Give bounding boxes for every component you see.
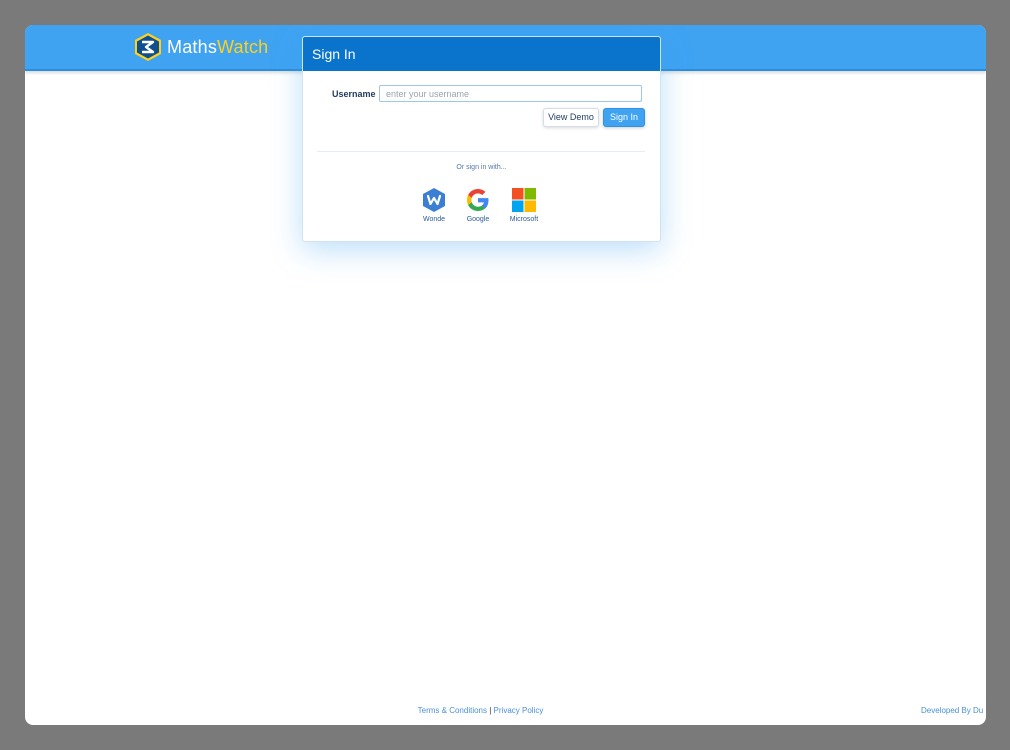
- brand-logo[interactable]: MathsWatch: [133, 32, 268, 62]
- wonde-sign-in-button[interactable]: Wonde: [412, 187, 456, 223]
- sign-in-panel: Sign In Username View Demo Sign In Or si…: [302, 36, 661, 242]
- app-window: MathsWatch Sign In Username View Demo Si…: [25, 25, 986, 725]
- divider: [317, 151, 645, 152]
- username-label: Username: [332, 89, 376, 99]
- wonde-label: Wonde: [422, 216, 446, 223]
- mathswatch-logo-icon: [135, 33, 161, 61]
- footer-links: Terms & Conditions | Privacy Policy: [25, 706, 936, 715]
- brand-name: MathsWatch: [167, 37, 268, 58]
- wonde-icon: [423, 188, 445, 212]
- google-label: Google: [466, 216, 490, 223]
- terms-link[interactable]: Terms & Conditions: [418, 706, 487, 715]
- google-sign-in-button[interactable]: Google: [456, 187, 500, 223]
- brand-name-part2: Watch: [217, 36, 269, 57]
- brand-name-part1: Maths: [167, 36, 218, 57]
- footer-separator: |: [489, 706, 492, 715]
- microsoft-icon: [512, 188, 536, 212]
- username-input[interactable]: [379, 85, 642, 102]
- view-demo-button[interactable]: View Demo: [543, 108, 599, 127]
- microsoft-sign-in-button[interactable]: Microsoft: [502, 187, 546, 223]
- microsoft-label: Microsoft: [509, 216, 539, 223]
- developed-by-link[interactable]: Developed By Du: [921, 706, 983, 715]
- username-row: Username: [303, 85, 660, 105]
- sign-in-title: Sign In: [303, 37, 660, 71]
- or-sign-in-with-text: Or sign in with...: [456, 164, 507, 171]
- google-icon: [467, 189, 489, 211]
- privacy-link[interactable]: Privacy Policy: [494, 706, 544, 715]
- sign-in-button[interactable]: Sign In: [603, 108, 645, 127]
